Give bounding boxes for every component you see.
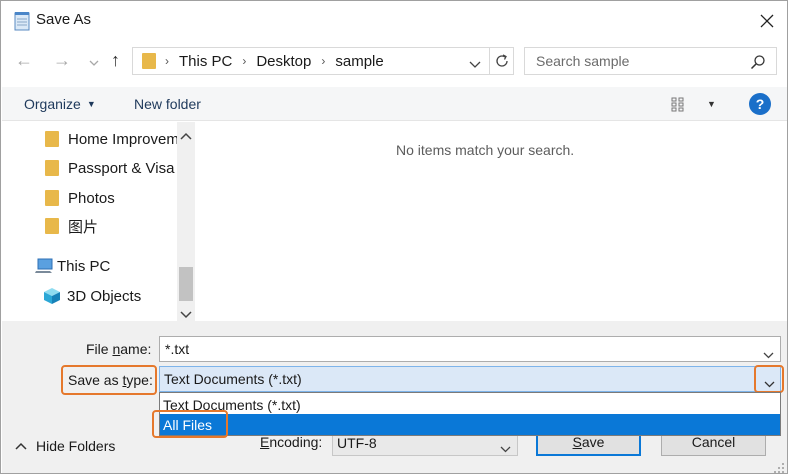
close-button[interactable] [753, 7, 781, 35]
up-button[interactable]: ↑ [111, 50, 120, 71]
chevron-down-icon [500, 446, 511, 453]
encoding-value: UTF-8 [337, 435, 377, 451]
address-bar[interactable]: › This PC › Desktop › sample [132, 47, 490, 75]
nav-item-pictures-cn[interactable]: 图片 [45, 214, 98, 238]
chevron-down-icon [469, 61, 481, 68]
folder-icon [45, 190, 59, 206]
nav-item-label: Photos [68, 189, 115, 207]
nav-item-label: This PC [57, 257, 111, 275]
navigation-pane: Home Improvem Passport & Visa Photos 图片 … [2, 122, 196, 321]
new-folder-button[interactable]: New folder [134, 96, 201, 112]
pc-icon [35, 258, 53, 273]
breadcrumb-this-pc[interactable]: This PC [179, 53, 232, 70]
forward-arrow-icon: → [53, 50, 71, 70]
scroll-up-button[interactable] [180, 127, 192, 143]
scroll-down-icon [180, 311, 192, 319]
encoding-dropdown-button[interactable] [500, 440, 511, 456]
breadcrumb-desktop[interactable]: Desktop [256, 53, 311, 70]
view-dropdown-caret-icon: ▼ [707, 99, 716, 109]
folder-icon [45, 218, 59, 234]
filename-value: *.txt [165, 341, 190, 357]
savetype-select[interactable]: Text Documents (*.txt) [159, 366, 781, 392]
nav-item-label: Passport & Visa [68, 159, 175, 177]
chevron-down-icon [764, 381, 775, 388]
notepad-icon [13, 11, 31, 31]
scroll-down-button[interactable] [180, 306, 192, 322]
folder-icon [45, 131, 59, 147]
breadcrumb-sample[interactable]: sample [335, 53, 383, 70]
scroll-up-icon [180, 132, 192, 140]
folder-icon [142, 53, 156, 69]
chevron-down-icon [763, 352, 774, 359]
nav-item-home-improvement[interactable]: Home Improvem [45, 127, 179, 151]
savetype-dropdown-button[interactable] [764, 375, 775, 391]
close-icon [760, 14, 774, 28]
encoding-label: Encoding: [260, 434, 323, 450]
search-icon[interactable] [750, 54, 766, 73]
help-button[interactable]: ? [749, 93, 771, 115]
filename-label: File name: [86, 341, 152, 357]
search-input[interactable] [534, 52, 734, 70]
savetype-label-highlight [61, 365, 157, 395]
scroll-thumb[interactable] [179, 267, 193, 301]
refresh-button[interactable] [490, 47, 514, 75]
view-options-button[interactable]: ▼ [671, 96, 716, 112]
savetype-option-all-files[interactable]: All Files [160, 414, 780, 435]
nav-item-label: 3D Objects [67, 287, 142, 305]
search-box[interactable] [524, 47, 777, 75]
address-history-button[interactable] [469, 56, 481, 72]
hide-folders-button[interactable]: Hide Folders [15, 438, 115, 454]
nav-item-this-pc[interactable]: This PC [35, 254, 110, 278]
recent-locations-button[interactable] [89, 54, 99, 70]
breadcrumb-separator-icon: › [242, 54, 247, 68]
hide-folders-label: Hide Folders [36, 438, 116, 454]
save-as-dialog: Save As ← → ↑ › This PC › Desktop › samp… [0, 0, 788, 474]
organize-label: Organize [24, 96, 81, 112]
breadcrumb-separator-icon: › [165, 54, 169, 68]
up-arrow-icon: ↑ [111, 50, 120, 70]
organize-button[interactable]: Organize ▼ [24, 96, 96, 112]
resize-grip-icon[interactable] [771, 461, 785, 473]
chevron-up-icon [15, 442, 27, 450]
savetype-dropdown-list: Text Documents (*.txt) All Files [159, 392, 781, 436]
3d-objects-icon [44, 288, 60, 304]
nav-item-3d-objects[interactable]: 3D Objects [42, 284, 141, 308]
recent-chevron-icon [89, 60, 99, 66]
savetype-option-text-documents[interactable]: Text Documents (*.txt) [160, 394, 780, 415]
breadcrumb-separator-icon: › [321, 54, 326, 68]
empty-message: No items match your search. [396, 142, 575, 158]
window-title: Save As [36, 11, 92, 28]
nav-item-label: 图片 [68, 217, 99, 236]
filename-dropdown-button[interactable] [763, 346, 774, 362]
dropdown-caret-icon: ▼ [86, 99, 96, 109]
view-options-icon [671, 97, 684, 112]
folder-icon [45, 160, 59, 176]
nav-item-label: Home Improvem [68, 130, 179, 148]
forward-button[interactable]: → [53, 50, 71, 71]
nav-item-passport-visa[interactable]: Passport & Visa [45, 156, 174, 180]
back-arrow-icon: ← [15, 50, 33, 70]
savetype-value: Text Documents (*.txt) [164, 371, 302, 387]
filename-field[interactable]: *.txt [159, 336, 781, 362]
nav-item-photos[interactable]: Photos [45, 186, 115, 210]
back-button[interactable]: ← [15, 50, 33, 71]
all-files-highlight [152, 410, 228, 438]
refresh-icon [495, 54, 508, 67]
